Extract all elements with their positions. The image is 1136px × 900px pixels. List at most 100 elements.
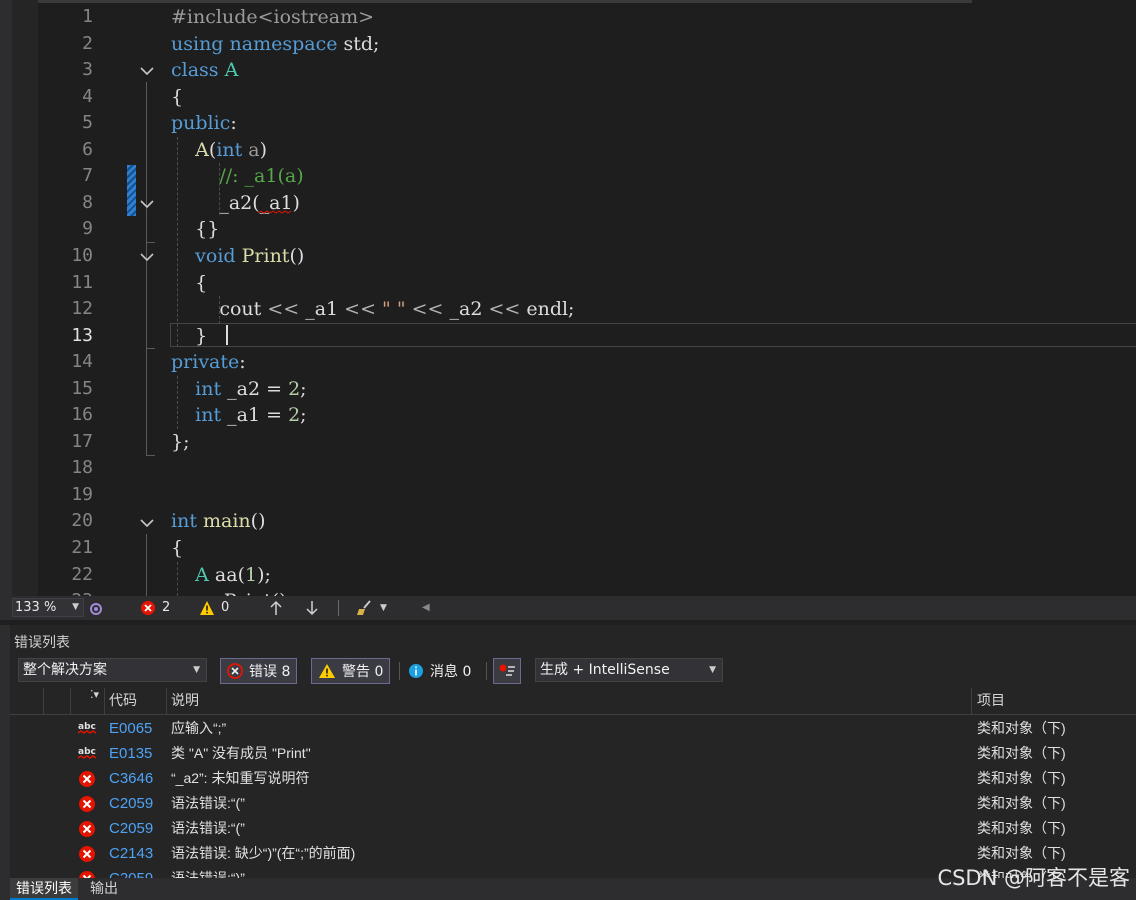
code-token: #include<iostream>	[171, 6, 375, 28]
table-row[interactable]: abc E0135 类 "A" 没有成员 "Print" 类和对象（下)	[10, 741, 1136, 766]
code-line[interactable]: private:	[171, 349, 246, 375]
source-dropdown[interactable]: 生成 + IntelliSense ▼	[535, 658, 723, 682]
error-code[interactable]: C2059	[109, 816, 153, 842]
panel-title: 错误列表	[14, 635, 70, 651]
column-separator	[104, 688, 105, 714]
errors-filter-button[interactable]: 错误 8	[220, 658, 298, 684]
warnings-filter-button[interactable]: 警告 0	[311, 658, 391, 684]
fold-toggle-main[interactable]	[138, 514, 156, 532]
code-token: {}	[171, 218, 220, 241]
fold-toggle-ctor[interactable]	[138, 195, 156, 213]
line-number: 22	[71, 563, 93, 585]
error-squiggle	[258, 210, 291, 214]
messages-filter-label: 消息 0	[430, 664, 472, 680]
code-token: <<	[344, 298, 376, 321]
column-header-code[interactable]: 代码	[109, 688, 137, 714]
code-line[interactable]: aa.Print();	[171, 588, 293, 596]
code-token: {	[171, 537, 184, 559]
error-code[interactable]: C2059	[109, 791, 153, 817]
filter-build-button[interactable]	[493, 658, 521, 684]
spellcheck-indicator[interactable]	[88, 599, 104, 617]
editor-gutter	[12, 0, 38, 596]
column-header-description[interactable]: 说明	[171, 688, 199, 714]
code-line[interactable]: A(int a)	[171, 137, 267, 163]
code-token: class	[171, 59, 219, 82]
line-number: 21	[71, 537, 93, 558]
error-count-indicator[interactable]: 2	[140, 599, 170, 617]
error-code[interactable]: E0135	[109, 741, 152, 767]
line-number: 16	[71, 404, 93, 426]
chevron-down-icon: ▼	[72, 602, 79, 612]
code-line[interactable]: int _a2 = 2;	[171, 376, 306, 402]
fold-guide-main	[146, 534, 147, 596]
changed-lines-indicator	[127, 165, 136, 216]
errors-filter-label: 错误 8	[249, 664, 291, 680]
column-picker-icon[interactable]: ⁚▾	[90, 682, 99, 708]
code-line[interactable]: cout << _a1 << " " << _a2 << endl;	[171, 296, 574, 322]
zoom-dropdown[interactable]: 133 % ▼	[12, 598, 84, 617]
fold-guide-print	[146, 268, 147, 348]
code-line[interactable]: class A	[171, 57, 238, 83]
error-list-toolbar: 整个解决方案 ▼ 错误 8 警告 0 消息 0 生成 + IntelliSens…	[0, 658, 1136, 686]
copilot-icon	[90, 603, 102, 615]
code-line[interactable]: int main()	[171, 508, 266, 534]
previous-issue-button[interactable]	[269, 599, 283, 617]
code-token: <<	[267, 298, 300, 321]
column-separator	[43, 688, 44, 714]
column-separator	[166, 688, 167, 714]
code-line[interactable]: //: _a1(a)	[171, 163, 303, 189]
error-code[interactable]: E0065	[109, 716, 152, 742]
column-header-project[interactable]: 项目	[977, 688, 1005, 714]
code-line[interactable]: A aa(1);	[171, 562, 271, 588]
scroll-left-button[interactable]: ◀	[422, 599, 430, 617]
tab-output[interactable]: 输出	[84, 878, 124, 900]
code-line[interactable]: using namespace std;	[171, 31, 379, 57]
next-issue-button[interactable]	[305, 599, 319, 617]
tab-error-list[interactable]: 错误列表	[10, 878, 78, 900]
table-row[interactable]: abc E0065 应输入“;” 类和对象（下)	[10, 716, 1136, 741]
code-line[interactable]: int _a1 = 2;	[171, 402, 306, 428]
line-number: 13	[71, 324, 93, 346]
code-token: aa(	[208, 563, 245, 586]
warning-count-indicator[interactable]: 0	[199, 599, 229, 617]
error-count: 2	[162, 600, 171, 615]
code-line[interactable]: #include<iostream>	[171, 4, 374, 30]
code-line[interactable]: {	[171, 84, 183, 110]
fold-toggle-class[interactable]	[138, 62, 156, 80]
error-icon	[78, 845, 98, 863]
warnings-filter-label: 警告 0	[342, 664, 384, 680]
error-icon	[78, 795, 98, 813]
watermark: CSDN @阿客不是客	[937, 866, 1130, 890]
code-token: int	[171, 510, 197, 533]
code-line[interactable]: };	[171, 429, 190, 455]
arrow-down-icon	[306, 601, 318, 616]
table-row[interactable]: C3646 “_a2”: 未知重写说明符 类和对象（下)	[10, 766, 1136, 791]
code-cleanup-button[interactable]: ▼	[356, 599, 387, 617]
code-token: 2	[288, 404, 301, 427]
code-line[interactable]: public:	[171, 110, 237, 136]
indent-guide	[177, 376, 178, 429]
editor-top-border	[12, 0, 972, 3]
error-icon	[78, 820, 98, 838]
line-number: 20	[71, 510, 93, 532]
chevron-down-icon: ▼	[193, 665, 200, 675]
line-number: 2	[82, 32, 93, 54]
code-token: };	[171, 430, 190, 453]
error-code[interactable]: C3646	[109, 766, 153, 792]
code-line[interactable]: void Print()	[171, 243, 304, 269]
fold-toggle-print[interactable]	[138, 248, 156, 266]
code-token: std;	[337, 32, 380, 55]
table-row[interactable]: C2059 语法错误:“(” 类和对象（下)	[10, 791, 1136, 816]
code-token: " "	[376, 298, 412, 321]
messages-filter-button[interactable]: 消息 0	[401, 658, 478, 684]
table-row[interactable]: C2059 语法错误:“(” 类和对象（下)	[10, 816, 1136, 841]
scope-dropdown[interactable]: 整个解决方案 ▼	[18, 658, 207, 682]
code-editor[interactable]: 1 #include<iostream> 2 using namespace std;…	[0, 0, 1136, 596]
error-code[interactable]: C2143	[109, 841, 153, 867]
current-line-highlight	[170, 323, 1136, 347]
code-line[interactable]: {}	[171, 216, 219, 242]
error-project: 类和对象（下)	[977, 820, 1066, 836]
code-line[interactable]: {	[171, 535, 183, 561]
code-token: public	[171, 112, 231, 135]
indent-guide	[219, 296, 220, 324]
